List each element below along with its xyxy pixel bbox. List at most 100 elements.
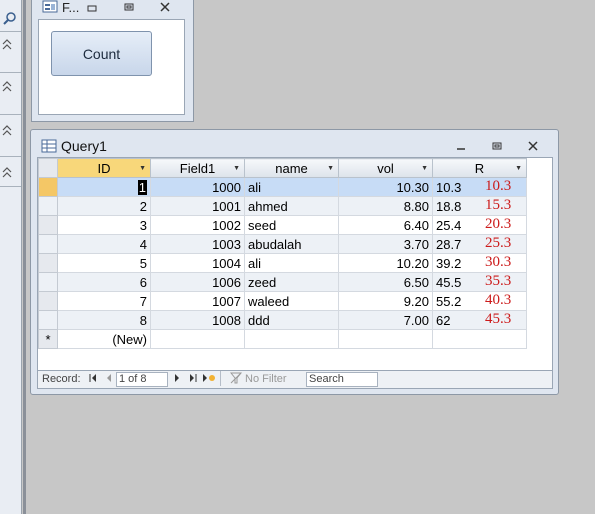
collapse-group-icon[interactable] xyxy=(0,122,21,140)
field1-cell[interactable]: 1007 xyxy=(150,291,245,311)
datasheet-grid: ID ▼ Field1 ▼ name ▼ vol ▼ R ▼ 1 1000 ali 10.… xyxy=(37,157,553,377)
table-row[interactable]: 4 1003 abudalah 3.70 28.7 25.3 xyxy=(38,234,547,254)
name-cell[interactable]: zeed xyxy=(244,272,339,292)
id-cell[interactable]: 3 xyxy=(57,215,151,235)
chevron-down-icon[interactable]: ▼ xyxy=(327,165,334,172)
vol-cell[interactable]: 8.80 xyxy=(338,196,433,216)
collapse-group-icon[interactable] xyxy=(0,164,21,182)
r-cell[interactable]: 25.4 20.3 xyxy=(432,215,527,235)
table-row[interactable]: 5 1004 ali 10.20 39.2 30.3 xyxy=(38,253,547,273)
field1-cell[interactable]: 1001 xyxy=(150,196,245,216)
count-button[interactable]: Count xyxy=(51,31,152,76)
r-value: 62 xyxy=(436,312,451,328)
restore-icon[interactable] xyxy=(489,139,505,153)
column-header-r[interactable]: R ▼ xyxy=(432,158,527,178)
collapse-group-icon[interactable] xyxy=(0,78,21,96)
r-cell[interactable]: 45.5 35.3 xyxy=(432,272,527,292)
select-all-cell[interactable] xyxy=(38,158,58,178)
table-row[interactable]: 6 1006 zeed 6.50 45.5 35.3 xyxy=(38,272,547,292)
r-cell[interactable]: 55.2 40.3 xyxy=(432,291,527,311)
id-cell[interactable]: 4 xyxy=(57,234,151,254)
row-selector[interactable] xyxy=(38,291,58,311)
table-row[interactable]: 3 1002 seed 6.40 25.4 20.3 xyxy=(38,215,547,235)
row-selector[interactable] xyxy=(38,177,58,197)
new-record-row[interactable]: * (New) xyxy=(38,329,547,349)
row-selector[interactable] xyxy=(38,215,58,235)
next-record-icon[interactable] xyxy=(172,372,182,387)
field1-cell[interactable]: 1002 xyxy=(150,215,245,235)
row-selector[interactable] xyxy=(38,234,58,254)
minimize-icon[interactable] xyxy=(84,0,100,14)
id-cell[interactable]: 5 xyxy=(57,253,151,273)
name-cell[interactable]: seed xyxy=(244,215,339,235)
column-header-id[interactable]: ID ▼ xyxy=(57,158,151,178)
vol-cell[interactable]: 10.20 xyxy=(338,253,433,273)
table-row[interactable]: 2 1001 ahmed 8.80 18.8 15.3 xyxy=(38,196,547,216)
restore-icon[interactable] xyxy=(121,0,137,14)
record-position-field[interactable]: 1 of 8 xyxy=(116,372,168,387)
r-overlay-value: 35.3 xyxy=(485,273,512,290)
id-cell[interactable]: 8 xyxy=(57,310,151,330)
filter-status[interactable]: No Filter xyxy=(245,373,287,385)
id-cell[interactable]: 6 xyxy=(57,272,151,292)
r-value: 39.2 xyxy=(436,255,462,271)
table-row[interactable]: 1 1000 ali 10.30 10.3 10.3 xyxy=(38,177,547,197)
table-row[interactable]: 8 1008 ddd 7.00 62 45.3 xyxy=(38,310,547,330)
form-title-bar[interactable]: F... xyxy=(32,0,193,15)
close-icon[interactable] xyxy=(525,139,541,153)
row-selector[interactable] xyxy=(38,310,58,330)
search-icon[interactable] xyxy=(0,10,21,28)
previous-record-icon[interactable] xyxy=(104,372,114,387)
chevron-down-icon[interactable]: ▼ xyxy=(515,165,522,172)
id-cell[interactable]: 7 xyxy=(57,291,151,311)
name-cell[interactable]: ali xyxy=(244,253,339,273)
new-record-icon[interactable] xyxy=(202,372,216,387)
r-cell[interactable]: 10.3 10.3 xyxy=(432,177,527,197)
name-cell[interactable]: ali xyxy=(244,177,339,197)
vol-cell[interactable]: 10.30 xyxy=(338,177,433,197)
new-record-label[interactable]: (New) xyxy=(57,329,151,349)
column-header-field1[interactable]: Field1 ▼ xyxy=(150,158,245,178)
row-selector[interactable] xyxy=(38,196,58,216)
row-selector[interactable] xyxy=(38,272,58,292)
name-cell[interactable]: ahmed xyxy=(244,196,339,216)
name-cell[interactable]: waleed xyxy=(244,291,339,311)
id-cell[interactable]: 1 xyxy=(137,179,147,195)
id-cell[interactable]: 2 xyxy=(57,196,151,216)
r-cell[interactable]: 28.7 25.3 xyxy=(432,234,527,254)
table-row[interactable]: 7 1007 waleed 9.20 55.2 40.3 xyxy=(38,291,547,311)
field1-cell[interactable]: 1008 xyxy=(150,310,245,330)
r-cell[interactable]: 18.8 15.3 xyxy=(432,196,527,216)
search-input[interactable]: Search xyxy=(306,372,378,387)
r-cell[interactable]: 62 45.3 xyxy=(432,310,527,330)
column-header-name[interactable]: name ▼ xyxy=(244,158,339,178)
close-icon[interactable] xyxy=(157,0,173,14)
vol-cell[interactable]: 3.70 xyxy=(338,234,433,254)
vol-cell[interactable]: 9.20 xyxy=(338,291,433,311)
name-cell[interactable]: abudalah xyxy=(244,234,339,254)
datasheet-table: ID ▼ Field1 ▼ name ▼ vol ▼ R ▼ 1 1000 ali 10.… xyxy=(38,158,547,349)
field1-cell[interactable]: 1006 xyxy=(150,272,245,292)
r-value: 28.7 xyxy=(436,236,462,252)
filter-icon[interactable] xyxy=(229,372,243,387)
column-header-vol[interactable]: vol ▼ xyxy=(338,158,433,178)
field1-cell[interactable]: 1003 xyxy=(150,234,245,254)
chevron-down-icon[interactable]: ▼ xyxy=(139,165,146,172)
first-record-icon[interactable] xyxy=(88,372,98,387)
field1-cell[interactable]: 1004 xyxy=(150,253,245,273)
chevron-down-icon[interactable]: ▼ xyxy=(421,165,428,172)
r-overlay-value: 10.3 xyxy=(485,178,512,195)
field1-cell[interactable]: 1000 xyxy=(150,177,245,197)
row-selector[interactable] xyxy=(38,253,58,273)
r-overlay-value: 15.3 xyxy=(485,197,512,214)
collapse-group-icon[interactable] xyxy=(0,36,21,54)
r-cell[interactable]: 39.2 30.3 xyxy=(432,253,527,273)
minimize-icon[interactable] xyxy=(453,139,469,153)
name-cell[interactable]: ddd xyxy=(244,310,339,330)
last-record-icon[interactable] xyxy=(188,372,198,387)
vol-cell[interactable]: 6.40 xyxy=(338,215,433,235)
splitter-bar[interactable] xyxy=(23,0,26,514)
vol-cell[interactable]: 6.50 xyxy=(338,272,433,292)
chevron-down-icon[interactable]: ▼ xyxy=(233,165,240,172)
vol-cell[interactable]: 7.00 xyxy=(338,310,433,330)
